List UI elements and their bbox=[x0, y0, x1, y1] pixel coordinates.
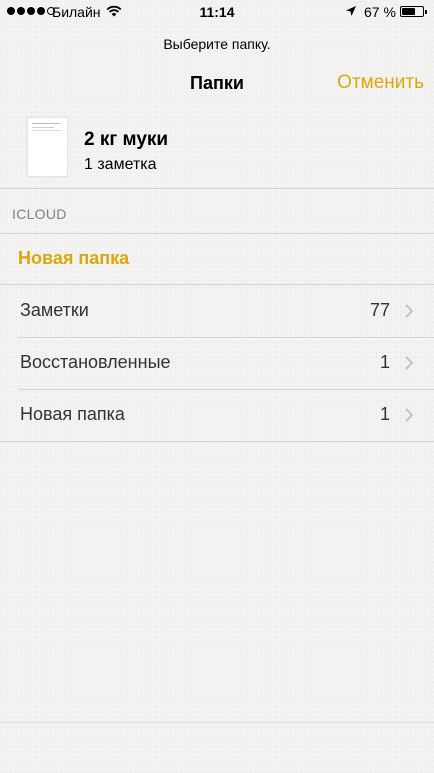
folder-count: 1 bbox=[379, 352, 390, 372]
chevron-right-icon bbox=[405, 356, 414, 370]
status-bar: Билайн 11:14 67 % bbox=[0, 0, 434, 24]
note-count: 1 заметка bbox=[84, 156, 157, 173]
note-title: 2 кг муки bbox=[84, 129, 169, 150]
folder-count: 77 bbox=[369, 300, 390, 320]
note-thumbnail bbox=[27, 117, 68, 177]
bottom-divider bbox=[0, 722, 434, 723]
chevron-right-icon bbox=[405, 304, 414, 318]
battery-percent: 67 % bbox=[364, 4, 396, 20]
chevron-right-icon bbox=[405, 408, 414, 422]
folder-label: Новая папка bbox=[20, 404, 125, 424]
folder-count: 1 bbox=[379, 404, 390, 424]
divider bbox=[0, 441, 434, 442]
location-arrow-icon bbox=[346, 6, 356, 16]
cancel-button[interactable]: Отменить bbox=[337, 72, 424, 94]
new-folder-button[interactable]: Новая папка bbox=[18, 248, 129, 269]
section-header-icloud: ICLOUD bbox=[12, 206, 67, 222]
folder-label: Заметки bbox=[20, 300, 89, 320]
folder-row-notes[interactable]: Заметки 77 bbox=[0, 285, 434, 337]
battery-icon bbox=[400, 6, 427, 17]
folder-label: Восстановленные bbox=[20, 352, 171, 372]
divider bbox=[0, 188, 434, 189]
divider bbox=[0, 233, 434, 234]
folder-row-new-folder[interactable]: Новая папка 1 bbox=[0, 389, 434, 441]
choose-folder-prompt: Выберите папку. bbox=[163, 36, 271, 52]
folder-row-recovered[interactable]: Восстановленные 1 bbox=[0, 337, 434, 389]
